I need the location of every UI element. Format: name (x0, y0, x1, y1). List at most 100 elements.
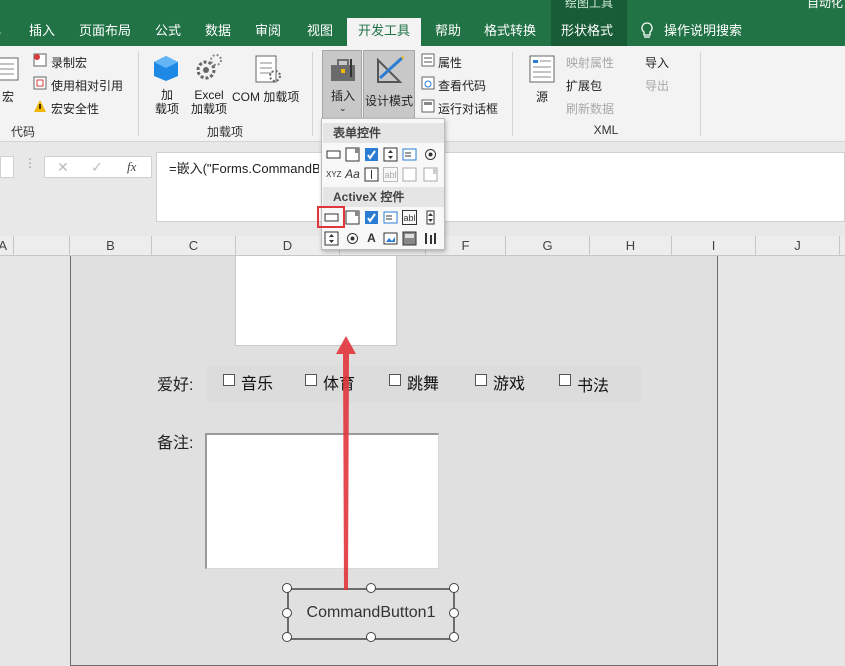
record-macro-icon (33, 53, 47, 67)
relative-ref-button[interactable]: 使用相对引用 (51, 77, 123, 94)
column-header[interactable]: C (152, 236, 236, 256)
checkbox-games[interactable] (475, 374, 487, 386)
form-button-icon[interactable] (326, 147, 341, 162)
addins-button[interactable]: 加 载项 (155, 88, 179, 116)
tab-view[interactable]: 视图 (300, 18, 340, 46)
cancel-icon[interactable]: ✕ (57, 159, 69, 176)
column-header[interactable] (14, 236, 70, 256)
tab-start-fragment[interactable]: ß (0, 18, 4, 46)
insert-control-button[interactable]: 插入 ⌄ (322, 50, 362, 120)
column-header[interactable]: B (70, 236, 152, 256)
checkbox-dance[interactable] (389, 374, 401, 386)
column-header[interactable]: I (672, 236, 756, 256)
column-header[interactable]: A (0, 236, 14, 256)
formula-text: =嵌入("Forms.CommandButton.1","") (169, 161, 319, 176)
activex-image-icon[interactable] (383, 231, 398, 246)
design-mode-button[interactable]: 设计模式 (363, 50, 415, 120)
insert-function-icon[interactable]: fx (127, 159, 136, 175)
hobby-label: 爱好: (157, 377, 194, 394)
group-divider (312, 52, 313, 136)
activex-combobox-icon[interactable] (345, 210, 360, 225)
account-label[interactable]: 自动化 (807, 0, 843, 11)
form-radio-icon[interactable] (423, 147, 438, 162)
activex-controls-header: ActiveX 控件 (323, 187, 444, 207)
formula-buttons: ✕ ✓ fx (44, 156, 152, 178)
form-scrollbar-icon[interactable] (364, 167, 379, 182)
form-combolist-icon[interactable] (402, 167, 417, 182)
macros-icon[interactable] (0, 54, 20, 84)
tab-help[interactable]: 帮助 (428, 18, 468, 46)
resize-handle[interactable] (366, 583, 376, 593)
notes-textbox[interactable] (205, 433, 439, 569)
form-controls-header: 表单控件 (323, 123, 444, 143)
enter-icon[interactable]: ✓ (91, 159, 103, 176)
properties-button[interactable]: 属性 (438, 54, 462, 71)
name-box[interactable] (0, 156, 14, 178)
form-combodropdown-icon[interactable] (423, 167, 438, 182)
checkbox-label: 音乐 (241, 376, 274, 393)
tab-review[interactable]: 审阅 (248, 18, 288, 46)
activex-toggle-icon[interactable] (402, 231, 417, 246)
run-dialog-button[interactable]: 运行对话框 (438, 100, 498, 117)
form-textfield-icon[interactable]: abl (383, 167, 398, 182)
form-label-icon[interactable]: Aa (345, 167, 360, 182)
activex-more-controls-icon[interactable] (423, 231, 438, 246)
tab-page-layout[interactable]: 页面布局 (74, 18, 136, 46)
xml-export-button[interactable]: 导出 (645, 77, 669, 94)
tab-format-convert[interactable]: 格式转换 (478, 18, 542, 46)
form-spinner-icon[interactable] (383, 147, 398, 162)
context-tab-label: 绘图工具 (564, 0, 613, 10)
column-header[interactable]: J (756, 236, 840, 256)
resize-handle[interactable] (282, 632, 292, 642)
checkbox-label: 跳舞 (407, 376, 440, 393)
resize-handle[interactable] (366, 632, 376, 642)
macros-label[interactable]: 宏 (2, 88, 14, 105)
activex-option-icon[interactable] (345, 231, 360, 246)
resize-handle[interactable] (449, 632, 459, 642)
refresh-data-button[interactable]: 刷新数据 (566, 100, 614, 117)
tab-insert[interactable]: 插入 (22, 18, 62, 46)
column-header[interactable]: H (590, 236, 672, 256)
com-addins-button[interactable]: COM 加载项 (232, 88, 299, 105)
tab-developer[interactable]: 开发工具 (347, 18, 421, 46)
form-combobox-icon[interactable] (345, 147, 360, 162)
form-groupbox-icon[interactable]: XYZ (326, 167, 342, 182)
form-checkbox-icon[interactable] (364, 147, 379, 162)
activex-scrollbar-icon[interactable] (423, 210, 438, 225)
group-divider (700, 52, 701, 136)
view-code-button[interactable]: 查看代码 (438, 77, 486, 94)
resize-handle[interactable] (282, 608, 292, 618)
tab-shape-format[interactable]: 形状格式 (555, 18, 619, 46)
excel-addins-button[interactable]: Excel 加载项 (191, 88, 227, 116)
expansion-pack-button[interactable]: 扩展包 (566, 77, 602, 94)
properties-icon (421, 53, 435, 67)
map-properties-button[interactable]: 映射属性 (566, 54, 614, 71)
activex-spinbutton-icon[interactable] (324, 231, 339, 246)
xml-source-button[interactable]: 源 (536, 88, 548, 105)
resize-handle[interactable] (282, 583, 292, 593)
tell-me-search[interactable]: 操作说明搜索 (662, 18, 744, 46)
formula-input[interactable]: =嵌入("Forms.CommandButton.1","") (156, 152, 845, 222)
lightbulb-icon (640, 22, 654, 40)
macro-security-button[interactable]: 宏安全性 (51, 100, 99, 117)
activex-listbox-icon[interactable] (383, 210, 398, 225)
tab-data[interactable]: 数据 (198, 18, 238, 46)
form-listbox-icon[interactable] (402, 147, 417, 162)
photo-box[interactable] (235, 256, 397, 346)
addins-icon (152, 54, 180, 82)
checkbox-calligraphy[interactable] (559, 374, 571, 386)
activex-checkbox-icon[interactable] (364, 210, 379, 225)
checkbox-label: 书法 (577, 378, 610, 395)
tab-formulas[interactable]: 公式 (148, 18, 188, 46)
record-macro-button[interactable]: 录制宏 (51, 54, 87, 71)
checkbox-sports[interactable] (305, 374, 317, 386)
activex-label-icon[interactable]: A (364, 231, 379, 246)
activex-button-icon[interactable] (324, 210, 339, 225)
resize-handle[interactable] (449, 583, 459, 593)
activex-textbox-icon[interactable]: abl (402, 210, 417, 225)
xml-import-button[interactable]: 导入 (645, 54, 669, 71)
code-group-label: 代码 (10, 125, 35, 139)
resize-handle[interactable] (449, 608, 459, 618)
column-header[interactable]: G (506, 236, 590, 256)
checkbox-music[interactable] (223, 374, 235, 386)
